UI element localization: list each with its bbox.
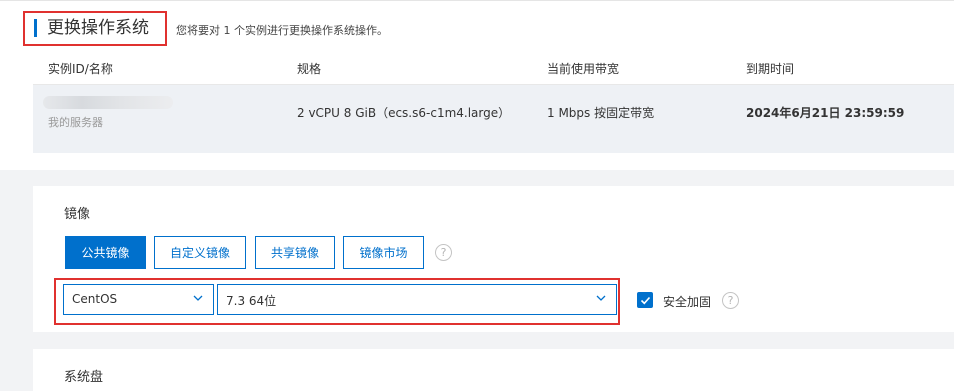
image-section: 镜像 公共镜像 自定义镜像 共享镜像 镜像市场 ? CentOS 7.3 64位… xyxy=(33,186,954,332)
image-section-label: 镜像 xyxy=(64,207,91,222)
version-select-value: 7.3 64位 xyxy=(226,294,277,308)
table-header-row: 实例ID/名称 规格 当前使用带宽 到期时间 xyxy=(33,52,954,85)
column-header-bandwidth: 当前使用带宽 xyxy=(547,62,620,76)
chevron-down-icon xyxy=(596,295,606,301)
tab-public-image[interactable]: 公共镜像 xyxy=(65,236,146,269)
tab-custom-image[interactable]: 自定义镜像 xyxy=(154,236,246,269)
instance-spec: 2 vCPU 8 GiB（ecs.s6-c1m4.large） xyxy=(297,106,511,120)
question-circle-icon[interactable]: ? xyxy=(722,292,739,309)
page-subtitle: 您将要对 1 个实例进行更换操作系统操作。 xyxy=(176,24,388,37)
chevron-down-icon xyxy=(193,295,203,301)
os-select-value: CentOS xyxy=(72,292,118,306)
tab-shared-image[interactable]: 共享镜像 xyxy=(255,236,335,269)
version-select[interactable]: 7.3 64位 xyxy=(217,284,617,315)
column-header-spec: 规格 xyxy=(297,62,322,76)
page-title: 更换操作系统 xyxy=(47,18,149,38)
system-disk-section: 系统盘 xyxy=(33,349,954,391)
table-row: 我的服务器 2 vCPU 8 GiB（ecs.s6-c1m4.large） 1 … xyxy=(33,85,954,153)
tab-image-market[interactable]: 镜像市场 xyxy=(343,236,424,269)
redacted-instance-id xyxy=(43,96,173,109)
instance-table: 实例ID/名称 规格 当前使用带宽 到期时间 我的服务器 2 vCPU 8 Gi… xyxy=(33,52,954,153)
instance-summary-card: 更换操作系统 您将要对 1 个实例进行更换操作系统操作。 实例ID/名称 规格 … xyxy=(0,0,954,170)
system-disk-label: 系统盘 xyxy=(64,370,104,385)
os-select[interactable]: CentOS xyxy=(63,284,214,315)
question-circle-icon[interactable]: ? xyxy=(435,244,452,261)
checkmark-icon xyxy=(640,296,650,304)
security-hardening-label: 安全加固 xyxy=(663,295,712,309)
instance-name: 我的服务器 xyxy=(48,116,103,129)
column-header-instance: 实例ID/名称 xyxy=(48,62,113,76)
column-header-expiry: 到期时间 xyxy=(746,62,795,76)
top-divider xyxy=(0,0,954,1)
title-accent-bar xyxy=(34,19,37,37)
instance-expiry: 2024年6月21日 23:59:59 xyxy=(746,106,905,120)
security-hardening-checkbox[interactable] xyxy=(637,292,653,308)
instance-bandwidth: 1 Mbps 按固定带宽 xyxy=(547,106,655,120)
